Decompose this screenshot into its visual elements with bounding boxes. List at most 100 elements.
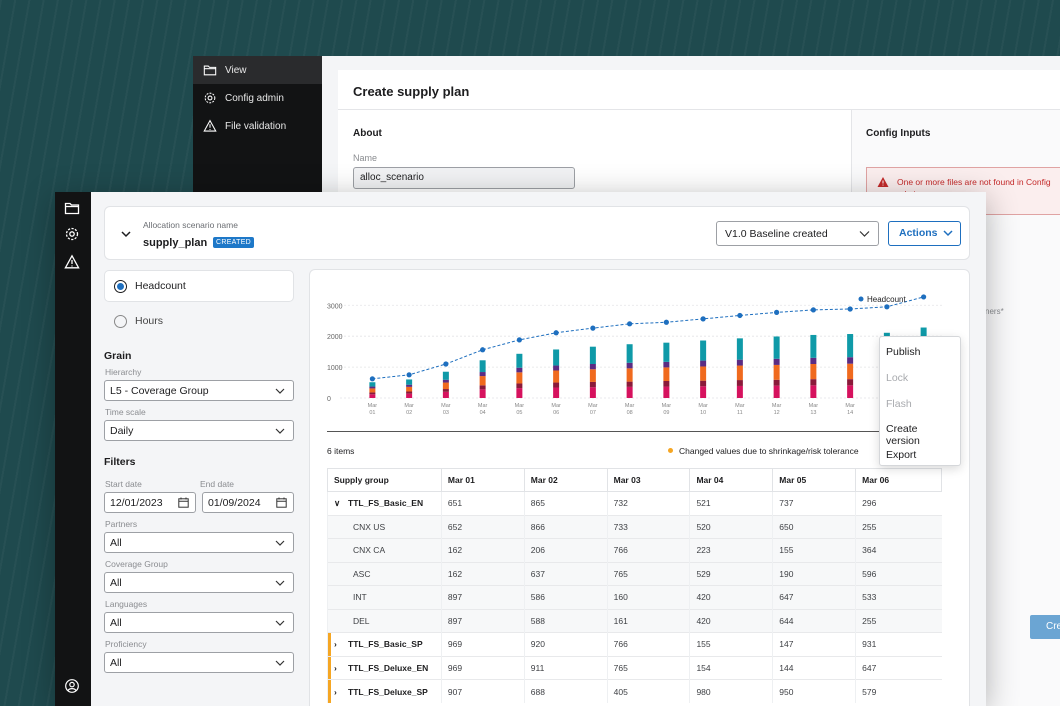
column-header[interactable]: Mar 03 <box>606 468 691 492</box>
bar-segment <box>810 357 817 364</box>
bar-segment <box>589 369 596 382</box>
radio-selected[interactable] <box>114 279 127 293</box>
bar-segment <box>442 391 449 398</box>
chevron-right-icon[interactable]: › <box>334 663 342 673</box>
folder-icon[interactable] <box>64 200 80 216</box>
headcount-point <box>774 309 780 315</box>
table-row[interactable]: › TTL_FS_Basic_SP 969 920 766 155 147 931 <box>327 632 942 656</box>
headcount-point <box>700 316 706 322</box>
bar-segment <box>406 379 413 385</box>
actions-menu: Publish Lock Flash Create version Export <box>879 336 961 466</box>
bar-segment <box>773 358 780 365</box>
radio-unselected[interactable] <box>114 314 127 328</box>
headcount-point <box>627 321 633 327</box>
column-header[interactable]: Mar 06 <box>855 468 942 492</box>
bar-segment <box>369 394 376 398</box>
languages-label: Languages <box>105 599 148 609</box>
version-select[interactable]: V1.0 Baseline created <box>716 221 879 246</box>
chevron-down-icon[interactable] <box>120 229 132 239</box>
start-date-input[interactable]: 12/01/2023 <box>104 492 196 513</box>
chevron-right-icon[interactable]: › <box>334 687 342 697</box>
about-section: About Name alloc_scenario <box>353 128 575 189</box>
x-tick-label: 03 <box>443 410 449 416</box>
nav-item-config-admin[interactable]: Config admin <box>193 84 322 112</box>
column-header[interactable]: Mar 01 <box>440 468 525 492</box>
value-cell: 596 <box>855 561 942 586</box>
table-row[interactable]: ASC 162 637 765 529 190 596 <box>327 561 942 586</box>
hierarchy-select[interactable]: L5 - Coverage Group <box>104 380 294 401</box>
value-cell: 897 <box>440 585 525 609</box>
end-date-input[interactable]: 01/09/2024 <box>202 492 294 513</box>
bar-segment <box>663 381 670 387</box>
start-date-value: 12/01/2023 <box>110 497 163 509</box>
headcount-point <box>553 330 559 336</box>
value-cell: 364 <box>855 538 942 562</box>
bar-segment <box>406 386 413 392</box>
nav-item-view[interactable]: View <box>193 56 322 84</box>
name-label: Name <box>353 153 378 163</box>
bar-segment <box>736 338 743 360</box>
scenario-name: supply_plan <box>143 237 208 249</box>
time-scale-select[interactable]: Daily <box>104 420 294 441</box>
bar-segment <box>553 370 560 383</box>
column-header[interactable]: Mar 04 <box>689 468 774 492</box>
bar-segment <box>553 382 560 388</box>
chevron-down-icon <box>275 580 285 586</box>
hours-option[interactable]: Hours <box>104 305 294 337</box>
changed-dot-icon <box>668 448 673 453</box>
supply-group-cell: ASC <box>327 561 442 586</box>
headcount-option[interactable]: Headcount <box>104 270 294 302</box>
headcount-point <box>406 372 412 378</box>
user-icon[interactable] <box>64 678 80 694</box>
coverage-group-select[interactable]: All <box>104 572 294 593</box>
chevron-down-icon[interactable]: ∨ <box>334 498 342 509</box>
bar-segment <box>516 367 523 373</box>
bar-segment <box>626 386 633 398</box>
chevron-down-icon <box>275 620 285 626</box>
table-row[interactable]: INT 897 586 160 420 647 533 <box>327 585 942 609</box>
table-row[interactable]: CNX US 652 866 733 520 650 255 <box>327 514 942 539</box>
y-tick-label: 2000 <box>327 334 343 341</box>
supply-table: Supply group Mar 01 Mar 02 Mar 03 Mar 04 Mar … <box>327 468 942 703</box>
create-button[interactable]: Cre <box>1030 615 1060 639</box>
headcount-line <box>372 296 924 380</box>
gear-icon[interactable] <box>64 226 80 242</box>
table-row[interactable]: › TTL_FS_Deluxe_SP 907 688 405 980 950 579 <box>327 679 942 703</box>
actions-button[interactable]: Actions <box>888 221 961 246</box>
name-input[interactable]: alloc_scenario <box>353 167 575 189</box>
proficiency-select[interactable]: All <box>104 652 294 673</box>
table-row[interactable]: › TTL_FS_Deluxe_EN 969 911 765 154 144 647 <box>327 655 942 680</box>
column-header[interactable]: Mar 02 <box>523 468 608 492</box>
table-row[interactable]: DEL 897 588 161 420 644 255 <box>327 608 942 633</box>
x-tick-label: Mar <box>625 403 635 409</box>
coverage-group-value: All <box>110 577 122 589</box>
column-header[interactable]: Supply group <box>327 468 442 492</box>
calendar-icon[interactable] <box>178 497 189 508</box>
menu-item-lock: Lock <box>886 371 909 384</box>
nav-item-file-validation[interactable]: File validation <box>193 112 322 140</box>
value-cell: 688 <box>523 679 608 703</box>
chevron-down-icon <box>943 230 953 237</box>
bar-segment <box>700 386 707 398</box>
bar-segment <box>773 385 780 398</box>
partners-select[interactable]: All <box>104 532 294 553</box>
calendar-icon[interactable] <box>276 497 287 508</box>
value-cell: 911 <box>523 655 608 680</box>
folder-icon <box>203 65 217 76</box>
warning-icon[interactable] <box>64 254 80 270</box>
value-cell: 162 <box>440 538 525 562</box>
languages-select[interactable]: All <box>104 612 294 633</box>
bar-segment <box>773 336 780 359</box>
menu-item-publish[interactable]: Publish <box>880 340 960 366</box>
value-cell: 155 <box>689 632 773 656</box>
bar-segment <box>810 379 817 386</box>
bar-segment <box>479 389 486 398</box>
chevron-right-icon[interactable]: › <box>334 639 342 649</box>
scenario-name-label: Allocation scenario name <box>143 220 238 230</box>
x-tick-label: Mar <box>551 403 561 409</box>
table-row[interactable]: ∨ TTL_FS_Basic_EN 651 865 732 521 737 296 <box>327 491 942 515</box>
table-row[interactable]: CNX CA 162 206 766 223 155 364 <box>327 538 942 562</box>
x-tick-label: 01 <box>369 410 375 416</box>
column-header[interactable]: Mar 05 <box>772 468 857 492</box>
menu-item-create-version[interactable]: Create version <box>880 417 960 447</box>
